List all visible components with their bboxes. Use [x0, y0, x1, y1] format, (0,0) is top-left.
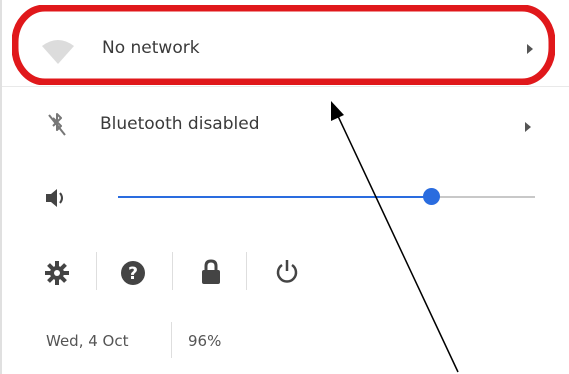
- date-label[interactable]: Wed, 4 Oct: [46, 332, 129, 350]
- volume-slider-fill: [118, 196, 431, 198]
- network-label: No network: [102, 38, 200, 58]
- bluetooth-row[interactable]: Bluetooth disabled: [2, 88, 569, 164]
- bluetooth-disabled-icon: [48, 113, 66, 136]
- system-tray-panel: No network Bluetooth disabled ? Wed, 4 O…: [0, 0, 569, 374]
- toolbar-divider: [246, 252, 247, 290]
- toolbar-divider: [172, 252, 173, 290]
- battery-label[interactable]: 96%: [188, 332, 221, 350]
- lock-icon[interactable]: [200, 258, 222, 286]
- footer-divider: [171, 322, 172, 358]
- gear-icon[interactable]: [44, 260, 70, 286]
- chevron-right-icon: [527, 44, 533, 54]
- chevron-right-icon: [525, 122, 531, 132]
- row-divider: [2, 86, 569, 87]
- network-row[interactable]: No network: [2, 0, 569, 82]
- bluetooth-label: Bluetooth disabled: [100, 114, 260, 134]
- help-icon[interactable]: ?: [120, 260, 146, 286]
- volume-icon[interactable]: [44, 186, 70, 210]
- svg-text:?: ?: [128, 264, 138, 284]
- volume-row: [2, 170, 569, 226]
- power-icon[interactable]: [274, 258, 300, 286]
- wifi-icon: [42, 40, 74, 64]
- toolbar-divider: [96, 252, 97, 290]
- volume-slider-thumb[interactable]: [423, 188, 440, 205]
- quick-actions-bar: ?: [2, 240, 569, 302]
